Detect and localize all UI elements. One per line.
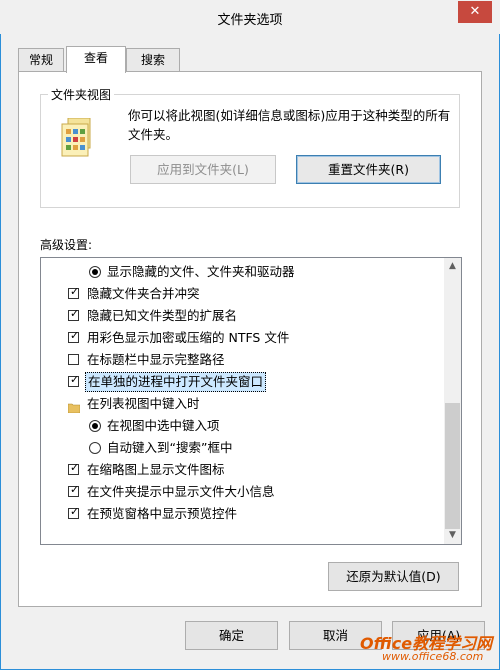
folder-views-legend: 文件夹视图	[48, 86, 115, 103]
folder-views-description: 你可以将此视图(如详细信息或图标)应用于这种类型的所有文件夹。	[128, 108, 451, 142]
list-item-label: 显示隐藏的文件、文件夹和驱动器	[107, 264, 295, 279]
window-title: 文件夹选项	[217, 13, 283, 28]
list-item-label: 在标题栏中显示完整路径	[87, 352, 225, 367]
restore-defaults-button[interactable]: 还原为默认值(D)	[328, 562, 459, 591]
list-item[interactable]: ✓ 隐藏文件夹合并冲突	[41, 283, 441, 305]
ok-button[interactable]: 确定	[185, 621, 278, 650]
scroll-up-arrow-icon[interactable]: ▲	[444, 258, 461, 275]
folder-icon	[67, 398, 81, 414]
watermark-url: www.office68.com	[382, 650, 484, 663]
list-item-label: 在视图中选中键入项	[107, 418, 220, 433]
list-item-label: 在单独的进程中打开文件夹窗口	[85, 372, 267, 392]
radio-button[interactable]	[89, 420, 101, 432]
list-item[interactable]: ✓ 用彩色显示加密或压缩的 NTFS 文件	[41, 327, 441, 349]
list-item[interactable]: 显示隐藏的文件、文件夹和驱动器	[41, 261, 441, 283]
scroll-down-arrow-icon[interactable]: ▼	[444, 527, 461, 544]
checkbox[interactable]: ✓	[68, 285, 79, 299]
checkbox[interactable]: ✓	[68, 329, 79, 343]
list-item[interactable]: 在标题栏中显示完整路径	[41, 349, 441, 371]
folder-view-icon	[60, 117, 96, 158]
list-item-label: 在预览窗格中显示预览控件	[87, 506, 238, 521]
title-bar: 文件夹选项 ✕	[0, 0, 500, 34]
list-item-label: 用彩色显示加密或压缩的 NTFS 文件	[87, 330, 290, 345]
tab-general[interactable]: 常规	[18, 48, 64, 71]
list-item-label: 在列表视图中键入时	[87, 396, 200, 411]
tab-search[interactable]: 搜索	[126, 48, 180, 71]
close-button[interactable]: ✕	[458, 1, 492, 23]
radio-button[interactable]	[89, 266, 101, 278]
list-item[interactable]: 自动键入到“搜索”框中	[41, 437, 441, 459]
vertical-scrollbar[interactable]: ▲ ▼	[444, 258, 461, 544]
list-item-label: 隐藏文件夹合并冲突	[87, 286, 200, 301]
list-item-label: 隐藏已知文件类型的扩展名	[87, 308, 238, 323]
list-item[interactable]: ✓ 在缩略图上显示文件图标	[41, 459, 441, 481]
checkbox[interactable]: ✓	[68, 461, 79, 475]
watermark-logo: Office教程学习网 www.office68.com	[352, 628, 500, 670]
checkbox[interactable]: ✓	[68, 307, 79, 321]
reset-folders-button[interactable]: 重置文件夹(R)	[296, 155, 441, 184]
list-item-label: 在缩略图上显示文件图标	[87, 462, 225, 477]
list-item[interactable]: 在视图中选中键入项	[41, 415, 441, 437]
list-item-group[interactable]: 在列表视图中键入时	[41, 393, 441, 415]
tab-view[interactable]: 查看	[66, 46, 126, 73]
list-item[interactable]: ✓ 在文件夹提示中显示文件大小信息	[41, 481, 441, 503]
list-item[interactable]: ✓ 隐藏已知文件类型的扩展名	[41, 305, 441, 327]
scrollbar-thumb[interactable]	[445, 403, 460, 529]
apply-to-folders-button[interactable]: 应用到文件夹(L)	[130, 155, 276, 184]
list-item-selected[interactable]: ✓ 在单独的进程中打开文件夹窗口	[41, 371, 441, 393]
list-item-label: 在文件夹提示中显示文件大小信息	[87, 484, 275, 499]
checkbox[interactable]	[68, 354, 79, 365]
list-item[interactable]: ✓ 在预览窗格中显示预览控件	[41, 503, 441, 525]
advanced-settings-label: 高级设置:	[40, 238, 93, 252]
checkbox[interactable]: ✓	[68, 505, 79, 519]
advanced-settings-list[interactable]: 显示隐藏的文件、文件夹和驱动器 ✓ 隐藏文件夹合并冲突 ✓ 隐藏已知文件类型的扩…	[40, 257, 462, 545]
list-item-label: 自动键入到“搜索”框中	[107, 440, 233, 455]
checkbox[interactable]: ✓	[68, 373, 79, 387]
radio-button[interactable]	[89, 442, 101, 454]
checkbox[interactable]: ✓	[68, 483, 79, 497]
